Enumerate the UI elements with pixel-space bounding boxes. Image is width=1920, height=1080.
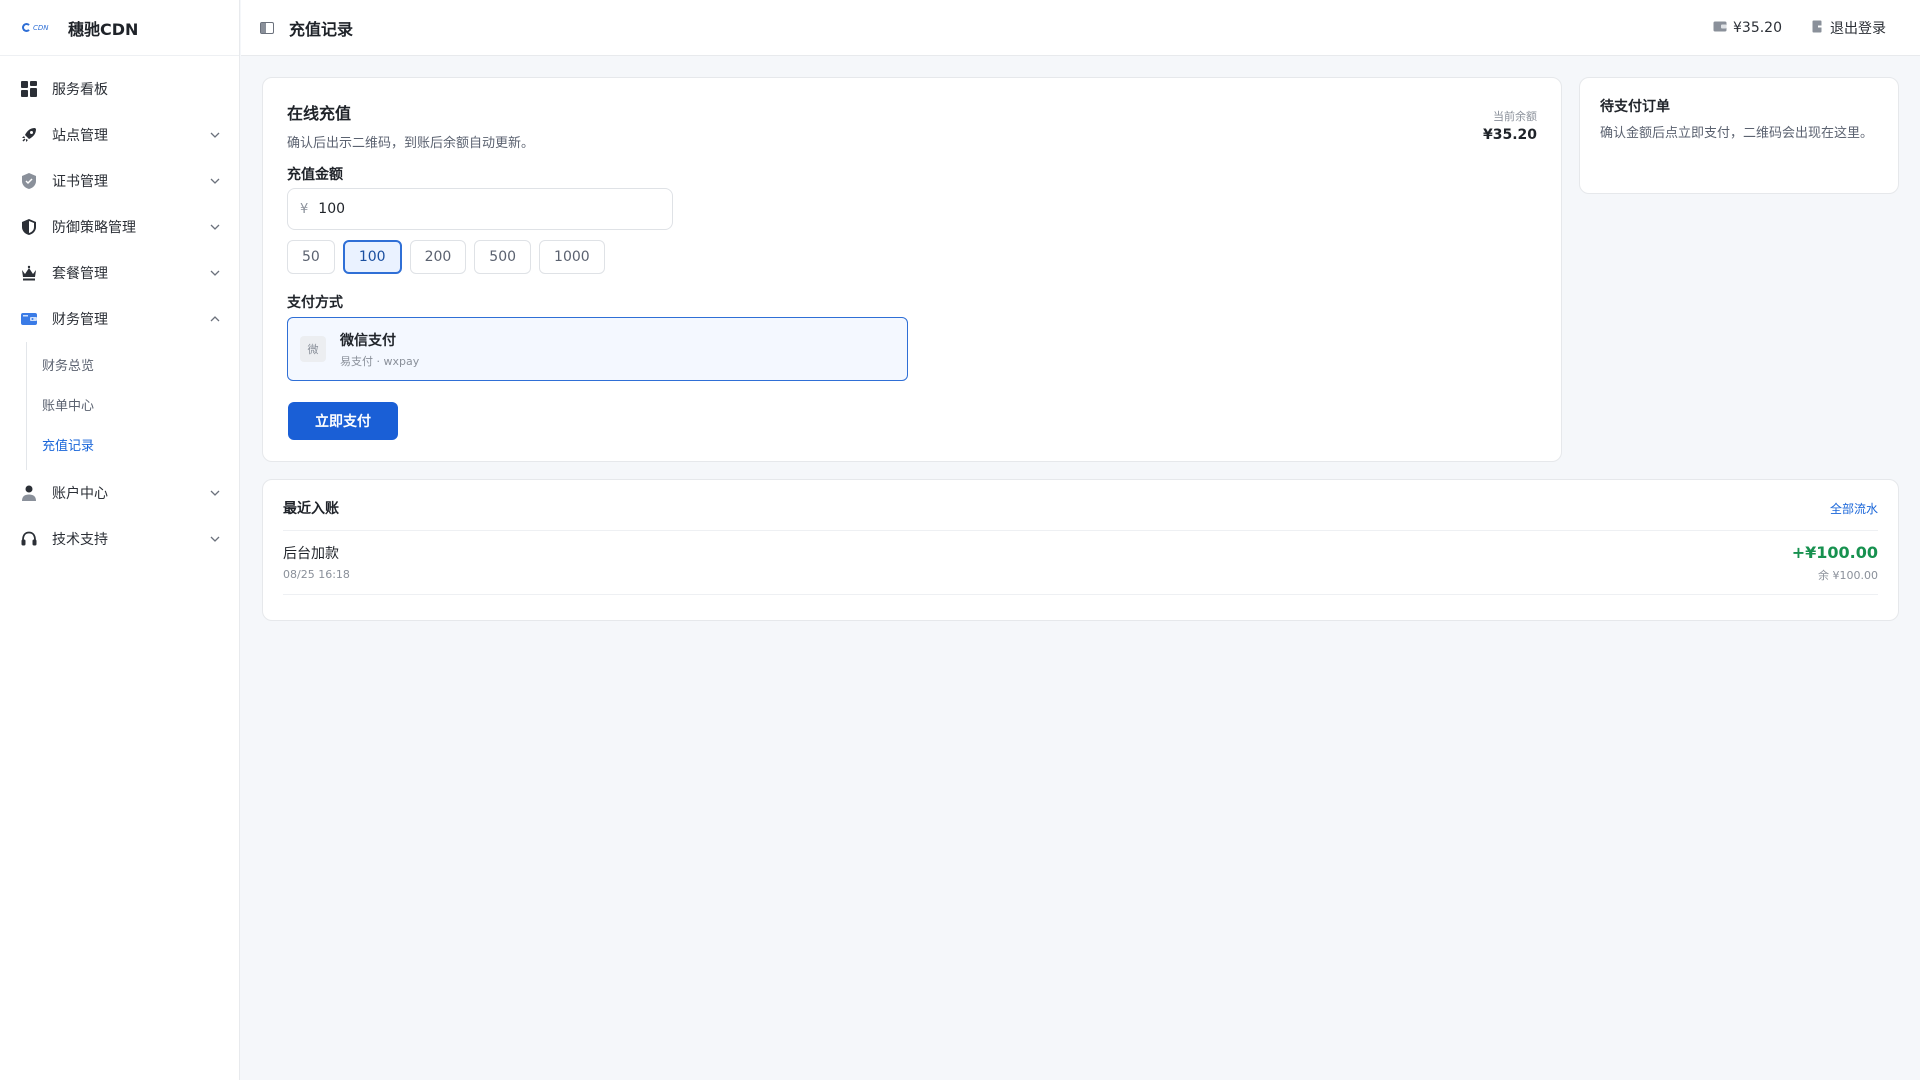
sidebar-item-label: 防御策略管理 xyxy=(52,220,136,236)
sidebar-item-dashboard[interactable]: 服务看板 xyxy=(0,66,239,112)
current-balance-label: 当前余额 xyxy=(1493,110,1537,123)
recharge-desc: 确认后出示二维码，到账后余额自动更新。 xyxy=(287,136,535,151)
all-transactions-link[interactable]: 全部流水 xyxy=(1830,500,1878,517)
preset-100[interactable]: 100 xyxy=(342,240,402,274)
sidebar-item-label: 站点管理 xyxy=(52,128,108,144)
logout-label: 退出登录 xyxy=(1830,21,1886,37)
wallet-icon xyxy=(1713,20,1727,36)
finance-submenu: 财务总览 账单中心 充值记录 xyxy=(26,342,239,470)
payment-method-label: 支付方式 xyxy=(287,295,343,311)
sidebar-item-label: 财务管理 xyxy=(52,312,108,328)
sidebar-item-label: 套餐管理 xyxy=(52,266,108,282)
recent-title: 最近入账 xyxy=(283,501,339,517)
transaction-name: 后台加款 xyxy=(283,546,339,562)
current-balance-value: ¥35.20 xyxy=(1482,127,1537,143)
chevron-up-icon xyxy=(209,313,221,325)
sidebar-item-support[interactable]: 技术支持 xyxy=(0,516,239,562)
payment-name: 微信支付 xyxy=(340,332,396,349)
top-header: 充值记录 ¥35.20 退出登录 xyxy=(241,0,1920,56)
page-title: 充值记录 xyxy=(289,19,354,39)
transaction-time: 08/25 16:18 xyxy=(283,568,350,581)
pending-title: 待支付订单 xyxy=(1600,99,1670,115)
pay-now-button[interactable]: 立即支付 xyxy=(288,402,398,440)
sidebar-item-certificates[interactable]: 证书管理 xyxy=(0,158,239,204)
wechat-pay-icon: 微 xyxy=(300,336,326,362)
sidebar-item-sites[interactable]: 站点管理 xyxy=(0,112,239,158)
sidebar-subitem-finance-overview[interactable]: 财务总览 xyxy=(27,344,239,384)
logout-button[interactable]: 退出登录 xyxy=(1812,18,1886,38)
shield-half-icon xyxy=(20,218,38,236)
amount-presets: 50 100 200 500 1000 xyxy=(287,240,605,274)
header-actions: ¥35.20 退出登录 xyxy=(1713,0,1886,56)
wallet-icon xyxy=(20,310,38,328)
preset-200[interactable]: 200 xyxy=(409,240,467,274)
chevron-down-icon xyxy=(209,175,221,187)
amount-field[interactable]: ¥ xyxy=(287,188,673,230)
sidebar: CDN 穗驰CDN 服务看板 站点管理 证书管理 防御策略管理 套餐管理 财务管… xyxy=(0,0,240,1080)
brand[interactable]: CDN 穗驰CDN xyxy=(0,0,239,56)
chevron-down-icon xyxy=(209,487,221,499)
sidebar-item-label: 账户中心 xyxy=(52,486,108,502)
chevron-down-icon xyxy=(209,221,221,233)
crown-icon xyxy=(20,264,38,282)
transaction-balance: 余 ¥100.00 xyxy=(1818,569,1878,582)
headset-icon xyxy=(20,530,38,548)
sidebar-item-plans[interactable]: 套餐管理 xyxy=(0,250,239,296)
currency-symbol: ¥ xyxy=(300,201,309,217)
pending-order-card: 待支付订单 确认金额后点立即支付，二维码会出现在这里。 xyxy=(1579,77,1899,194)
transaction-amount: +¥100.00 xyxy=(1791,543,1878,562)
transaction-row[interactable]: 后台加款 08/25 16:18 +¥100.00 余 ¥100.00 xyxy=(283,531,1878,595)
preset-50[interactable]: 50 xyxy=(287,240,335,274)
sidebar-item-finance[interactable]: 财务管理 xyxy=(0,296,239,342)
header-balance[interactable]: ¥35.20 xyxy=(1713,20,1782,36)
header-balance-value: ¥35.20 xyxy=(1733,20,1782,36)
recent-credits-card: 最近入账 全部流水 后台加款 08/25 16:18 +¥100.00 余 ¥1… xyxy=(262,479,1899,621)
sidebar-toggle-icon[interactable] xyxy=(259,20,275,36)
sidebar-nav: 服务看板 站点管理 证书管理 防御策略管理 套餐管理 财务管理 财务总览 账单中… xyxy=(0,56,239,562)
sidebar-subitem-recharge-records[interactable]: 充值记录 xyxy=(27,424,239,464)
sidebar-item-label: 技术支持 xyxy=(52,532,108,548)
recharge-title: 在线充值 xyxy=(287,104,352,123)
brand-logo: CDN xyxy=(22,22,60,34)
payment-sub: 易支付 · wxpay xyxy=(340,354,420,368)
sidebar-subitem-bill-center[interactable]: 账单中心 xyxy=(27,384,239,424)
user-icon xyxy=(20,484,38,502)
pending-desc: 确认金额后点立即支付，二维码会出现在这里。 xyxy=(1600,126,1874,141)
preset-1000[interactable]: 1000 xyxy=(539,240,605,274)
sidebar-item-label: 服务看板 xyxy=(52,82,108,98)
sidebar-item-account[interactable]: 账户中心 xyxy=(0,470,239,516)
dashboard-icon xyxy=(20,80,38,98)
rocket-icon xyxy=(20,126,38,144)
payment-option-wechat[interactable]: 微 微信支付 易支付 · wxpay xyxy=(287,317,908,381)
sidebar-item-defense-policy[interactable]: 防御策略管理 xyxy=(0,204,239,250)
chevron-down-icon xyxy=(209,533,221,545)
brand-name: 穗驰CDN xyxy=(68,19,139,39)
logout-icon xyxy=(1812,20,1824,37)
preset-500[interactable]: 500 xyxy=(474,240,532,274)
sidebar-item-label: 证书管理 xyxy=(52,174,108,190)
shield-check-icon xyxy=(20,172,38,190)
online-recharge-card: 在线充值 确认后出示二维码，到账后余额自动更新。 当前余额 ¥35.20 充值金… xyxy=(262,77,1562,462)
amount-label: 充值金额 xyxy=(287,167,343,183)
amount-input[interactable] xyxy=(318,201,619,217)
chevron-down-icon xyxy=(209,129,221,141)
chevron-down-icon xyxy=(209,267,221,279)
